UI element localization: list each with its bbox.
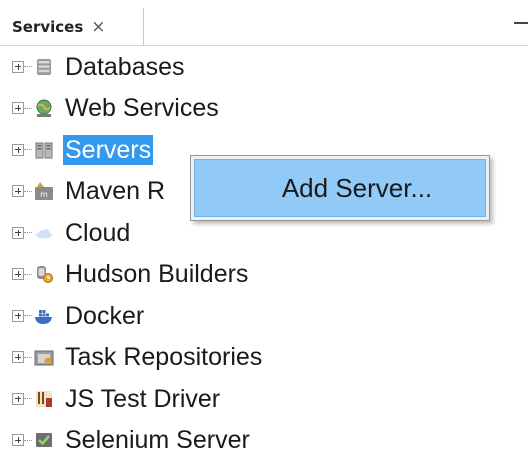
- server-icon: [34, 140, 54, 160]
- maven-icon: m: [34, 181, 54, 201]
- tree-connector: [24, 66, 32, 67]
- tree-item-label: Web Services: [63, 93, 221, 123]
- tree-item-task-repositories[interactable]: Task Repositories: [0, 337, 528, 379]
- expand-icon[interactable]: [12, 185, 24, 197]
- services-tree: Databases Web Services Servers m: [0, 46, 528, 461]
- selenium-icon: [34, 430, 54, 450]
- tab-bar: Services ×: [0, 0, 528, 46]
- close-icon[interactable]: ×: [91, 17, 105, 37]
- tree-item-hudson-builders[interactable]: Hudson Builders: [0, 254, 528, 296]
- tree-connector: [24, 274, 32, 275]
- tree-item-label: Hudson Builders: [63, 259, 250, 289]
- tree-connector: [24, 108, 32, 109]
- globe-icon: [34, 98, 54, 118]
- database-icon: [34, 57, 54, 77]
- tab-title: Services: [12, 18, 83, 36]
- js-test-driver-icon: [34, 389, 54, 409]
- tree-connector: [24, 191, 32, 192]
- context-menu: Add Server...: [190, 155, 490, 221]
- expand-icon[interactable]: [12, 268, 24, 280]
- expand-icon[interactable]: [12, 351, 24, 363]
- tab-services[interactable]: Services ×: [4, 8, 144, 45]
- docker-icon: [34, 306, 54, 326]
- expand-icon[interactable]: [12, 310, 24, 322]
- svg-text:m: m: [40, 190, 48, 199]
- expand-icon[interactable]: [12, 434, 24, 446]
- tree-item-label: JS Test Driver: [63, 384, 222, 414]
- task-repository-icon: [34, 347, 54, 367]
- tree-connector: [24, 398, 32, 399]
- tree-connector: [24, 315, 32, 316]
- tree-item-web-services[interactable]: Web Services: [0, 88, 528, 130]
- expand-icon[interactable]: [12, 61, 24, 73]
- tree-connector: [24, 149, 32, 150]
- tree-connector: [24, 232, 32, 233]
- tree-item-databases[interactable]: Databases: [0, 46, 528, 88]
- expand-icon[interactable]: [12, 102, 24, 114]
- tree-item-label: Databases: [63, 52, 187, 82]
- tree-connector: [24, 357, 32, 358]
- tree-connector: [24, 440, 32, 441]
- tree-item-label: Task Repositories: [63, 342, 264, 372]
- minimize-icon[interactable]: [514, 22, 528, 24]
- hudson-icon: [34, 264, 54, 284]
- cloud-icon: [34, 223, 54, 243]
- tree-item-js-test-driver[interactable]: JS Test Driver: [0, 378, 528, 420]
- tree-item-docker[interactable]: Docker: [0, 295, 528, 337]
- add-server-menu-item[interactable]: Add Server...: [194, 159, 486, 217]
- tree-item-label: Docker: [63, 301, 146, 331]
- tree-item-label: Selenium Server: [63, 425, 252, 455]
- expand-icon[interactable]: [12, 227, 24, 239]
- expand-icon[interactable]: [12, 144, 24, 156]
- expand-icon[interactable]: [12, 393, 24, 405]
- tree-item-label: Servers: [63, 135, 153, 165]
- tree-item-label: Cloud: [63, 218, 132, 248]
- tree-item-label: Maven R: [63, 176, 167, 206]
